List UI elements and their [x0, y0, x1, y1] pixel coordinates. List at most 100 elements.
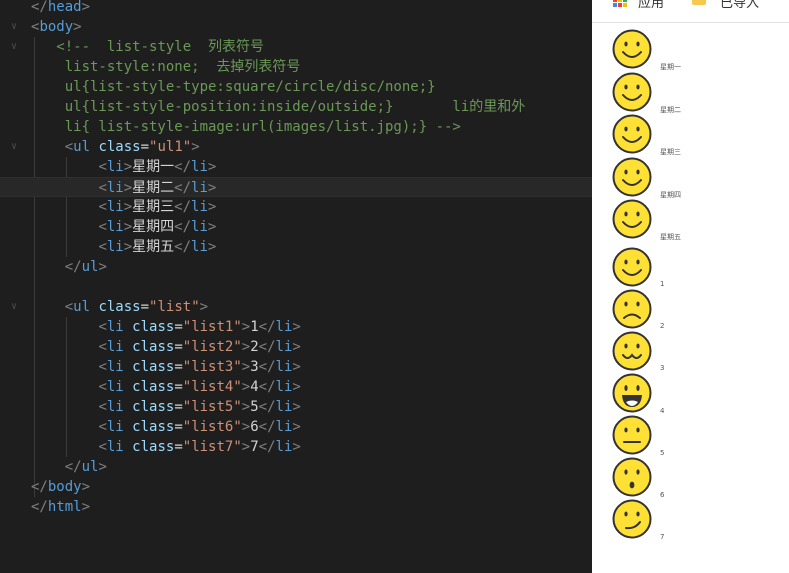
code-token: "list4" — [182, 379, 242, 395]
code-token: = — [174, 399, 183, 415]
code-token: > — [292, 359, 301, 375]
code-token: 2 — [250, 339, 259, 355]
code-line[interactable]: <li class="list6">6</li> — [0, 417, 592, 437]
list-item-label: 星期五 — [660, 233, 681, 241]
code-token: "list5" — [182, 399, 242, 415]
code-token: > — [207, 159, 217, 175]
smile-smiley-icon — [612, 157, 652, 197]
code-token: class — [132, 419, 175, 435]
code-line[interactable]: </html> — [0, 497, 592, 517]
code-token: class — [98, 299, 141, 315]
code-token: 星期五 — [132, 239, 175, 255]
code-token: li — [191, 159, 208, 175]
code-token: < — [98, 359, 107, 375]
list-item-label: 1 — [660, 280, 665, 288]
code-token: 5 — [250, 399, 259, 415]
bookmark-apps-label[interactable]: 应用 — [638, 0, 664, 11]
code-text: <li class="list5">5</li> — [31, 397, 300, 417]
fold-chevron-icon[interactable]: ∨ — [11, 297, 17, 317]
code-token: body — [39, 19, 74, 35]
code-text: <li class="list1">1</li> — [31, 317, 300, 337]
code-line[interactable]: <li class="list7">7</li> — [0, 437, 592, 457]
code-text: <li>星期四</li> — [31, 217, 216, 237]
fold-chevron-icon[interactable]: ∨ — [11, 17, 17, 37]
code-token: 7 — [250, 439, 259, 455]
code-token: > — [123, 180, 133, 196]
fold-chevron-icon[interactable]: ∨ — [11, 137, 17, 157]
folder-icon[interactable] — [692, 0, 706, 5]
bookmark-imported-label[interactable]: 已导入 — [720, 0, 759, 11]
code-line[interactable]: </ul> — [0, 457, 592, 477]
code-line[interactable]: ∨ <body> — [0, 17, 592, 37]
code-line[interactable]: <li>星期一</li> — [0, 157, 592, 177]
code-line[interactable]: <li class="list2">2</li> — [0, 337, 592, 357]
code-token: = — [174, 419, 183, 435]
code-line[interactable]: </body> — [0, 477, 592, 497]
code-editor[interactable]: </head> ∨ <body> ∨ <!-- list-style 列表符号 lis… — [0, 0, 592, 573]
code-token: > — [207, 180, 217, 196]
code-token: > — [81, 0, 91, 15]
code-text: <li>星期二</li> — [31, 178, 216, 198]
list-item-label: 4 — [660, 406, 665, 415]
code-line[interactable]: <li class="list1">1</li> — [0, 317, 592, 337]
code-line[interactable]: <li>星期二</li> — [0, 177, 592, 197]
code-token: list-style:none; 去掉列表符号 — [31, 59, 301, 75]
code-line[interactable]: <li>星期五</li> — [0, 237, 592, 257]
code-token: class — [132, 439, 175, 455]
code-text: </body> — [31, 477, 90, 497]
code-line[interactable]: <li class="list3">3</li> — [0, 357, 592, 377]
code-line[interactable] — [0, 277, 592, 297]
laugh-smiley-icon — [612, 373, 652, 413]
code-token: class — [132, 399, 175, 415]
code-line[interactable]: list-style:none; 去掉列表符号 — [0, 57, 592, 77]
code-token: = — [174, 339, 183, 355]
code-token: > — [241, 359, 251, 375]
code-text: list-style:none; 去掉列表符号 — [31, 57, 301, 77]
code-line[interactable]: ul{list-style-type:square/circle/disc/no… — [0, 77, 592, 97]
code-line[interactable]: <li class="list4">4</li> — [0, 377, 592, 397]
apps-grid-icon[interactable] — [613, 0, 627, 7]
code-line[interactable]: </head> — [0, 0, 592, 17]
code-token: li — [106, 239, 124, 255]
code-text: <li>星期一</li> — [31, 157, 216, 177]
code-line[interactable]: ∨ <ul class="ul1"> — [0, 137, 592, 157]
code-line[interactable]: ∨ <!-- list-style 列表符号 — [0, 37, 592, 57]
code-line[interactable]: <li class="list5">5</li> — [0, 397, 592, 417]
code-token: </ — [174, 159, 192, 175]
code-text: ul{list-style-type:square/circle/disc/no… — [31, 77, 436, 97]
list-item-label: 星期四 — [660, 190, 681, 199]
code-token: li — [106, 339, 124, 355]
code-token: li — [106, 159, 124, 175]
code-line[interactable]: ∨ <ul class="list"> — [0, 297, 592, 317]
code-token: li — [275, 379, 293, 395]
code-line[interactable]: <li>星期四</li> — [0, 217, 592, 237]
code-token: </ — [258, 339, 276, 355]
code-token: </ — [31, 0, 48, 15]
code-token: li — [106, 359, 124, 375]
code-line[interactable]: li{ list-style-image:url(images/list.jpg… — [0, 117, 592, 137]
code-token: class — [132, 319, 175, 335]
cat-smile-smiley-icon — [612, 331, 652, 371]
list-item-label: 3 — [660, 364, 665, 373]
code-token: </ — [258, 439, 276, 455]
code-token: class — [132, 379, 175, 395]
list-item-label: 星期一 — [660, 63, 681, 71]
code-token: </ — [258, 419, 276, 435]
code-token: "ul1" — [149, 139, 192, 155]
code-token: li — [275, 339, 293, 355]
fold-chevron-icon[interactable]: ∨ — [11, 37, 17, 57]
code-line[interactable]: </ul> — [0, 257, 592, 277]
code-line[interactable]: <li>星期三</li> — [0, 197, 592, 217]
code-token: li — [275, 419, 293, 435]
list-item-label: 5 — [660, 448, 665, 457]
code-line[interactable]: ul{list-style-position:inside/outside;} … — [0, 97, 592, 117]
code-token: </ — [64, 259, 82, 275]
code-token: </ — [258, 379, 276, 395]
code-token: li — [106, 399, 124, 415]
